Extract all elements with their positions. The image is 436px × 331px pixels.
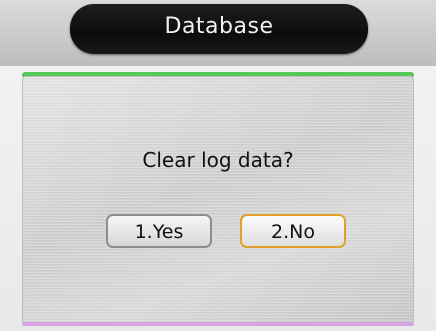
- no-button[interactable]: 2.No: [240, 214, 346, 248]
- yes-button[interactable]: 1.Yes: [106, 214, 212, 248]
- device-screen: Database Clear log data? 1.Yes 2.No: [0, 0, 436, 331]
- title-pill: Database: [70, 4, 368, 54]
- header-bar: Database: [0, 0, 436, 66]
- dialog-bottom-accent: [22, 322, 414, 326]
- confirm-dialog: Clear log data? 1.Yes 2.No: [22, 76, 414, 324]
- page-title: Database: [164, 14, 274, 39]
- dialog-prompt: Clear log data?: [142, 148, 294, 172]
